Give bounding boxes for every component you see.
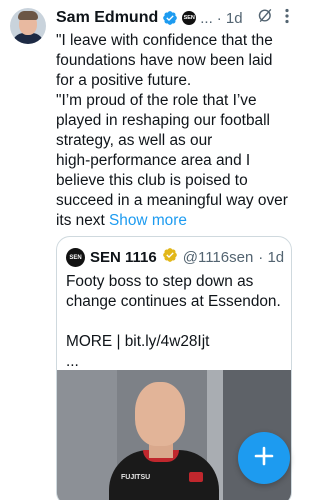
post-line: succeed in a meaningful way over	[56, 192, 288, 209]
quoted-post-time: · 1d	[258, 249, 285, 266]
image-person-head	[135, 382, 185, 446]
post-body: "I leave with confidence that the founda…	[56, 31, 296, 231]
quoted-link-line[interactable]: MORE | bit.ly/4w28Ijt	[66, 332, 290, 352]
quoted-post-body: Footy boss to step down as change contin…	[66, 272, 290, 372]
quoted-ellipsis: ...	[66, 353, 79, 370]
post-line: foundations have now been laid	[56, 52, 273, 69]
more-vertical-icon[interactable]	[284, 8, 290, 29]
verified-icon	[162, 10, 178, 26]
avatar-hair	[18, 11, 38, 20]
post-header: Sam Edmund SEN ... · 1d	[56, 8, 294, 28]
post-line-last: its next Show more	[56, 211, 296, 231]
post-line-text: its next	[56, 212, 105, 229]
image-background	[57, 370, 117, 500]
post-line: "I leave with confidence that the	[56, 32, 273, 49]
post-line: high-performance area and I	[56, 152, 251, 169]
compose-button[interactable]	[238, 432, 290, 484]
image-shirt-crest	[189, 472, 203, 482]
author-name[interactable]: Sam Edmund	[56, 9, 158, 27]
post-line: "I’m proud of the role that I’ve	[56, 92, 257, 109]
post-line: believe this club is poised to	[56, 172, 248, 189]
post-line: played in reshaping our football	[56, 112, 270, 129]
show-more-link[interactable]: Show more	[109, 212, 187, 229]
plus-icon	[253, 445, 275, 472]
author-avatar[interactable]	[10, 8, 46, 44]
post-line: strategy, as well as our	[56, 132, 213, 149]
post-time: · 1d	[216, 9, 243, 27]
verified-gold-icon	[162, 247, 178, 268]
affiliate-badge: SEN	[182, 11, 197, 25]
quoted-avatar[interactable]: SEN	[66, 248, 85, 267]
quoted-line: Footy boss to step down as	[66, 273, 254, 290]
quoted-author-handle: @1116sen	[182, 249, 254, 266]
grok-icon[interactable]	[257, 7, 274, 29]
quoted-post-header: SEN SEN 1116 @1116sen · 1d	[66, 247, 284, 268]
quoted-author-name: SEN 1116	[90, 249, 157, 266]
post-line: for a positive future.	[56, 72, 192, 89]
quoted-line: change continues at Essendon.	[66, 293, 281, 310]
author-handle: ...	[200, 9, 213, 27]
image-shirt-text: FUJITSU	[121, 474, 151, 481]
